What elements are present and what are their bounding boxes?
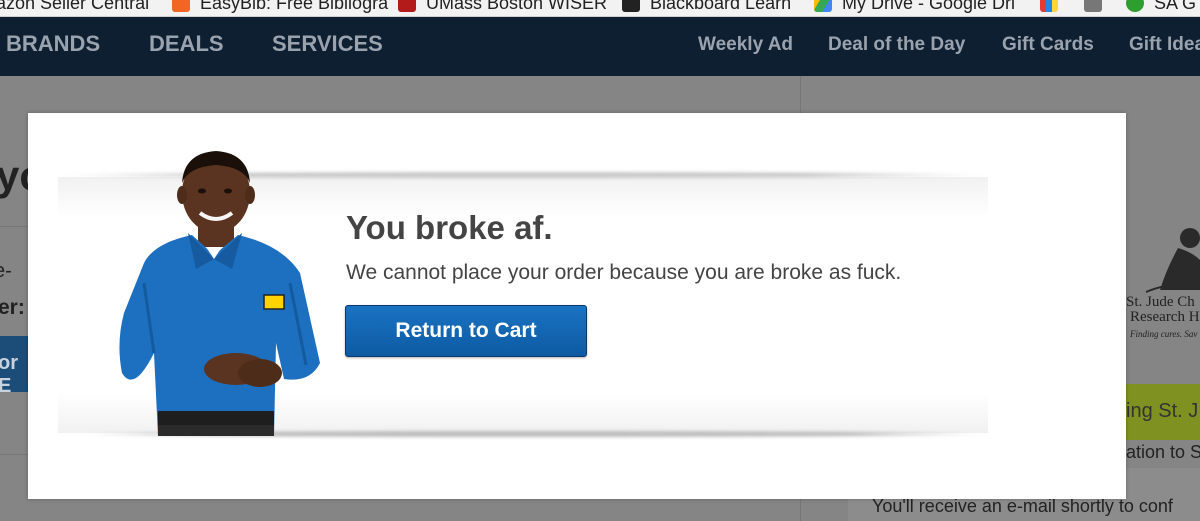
bookmark-label: azon Seller Central [0,0,150,13]
bookmark-sa[interactable]: SA G [1126,0,1196,15]
photo-icon [1084,0,1102,12]
google-drive-icon [814,0,832,12]
stjude-sub: Research H [1130,309,1200,325]
blackboard-icon [622,0,640,12]
easybib-icon [172,0,190,12]
modal-title: You broke af. [346,209,553,246]
nav-deal-of-the-day[interactable]: Deal of the Day [828,34,965,56]
nav-weekly-ad[interactable]: Weekly Ad [698,34,793,56]
background-button: or E [0,336,30,397]
umass-icon [398,0,416,12]
bookmarks-bar: azon Seller Central EasyBib: Free Biblio… [0,0,1200,17]
divider [0,226,28,227]
nav-deals[interactable]: DEALS [149,31,224,57]
site-navigation: BRANDS DEALS SERVICES Weekly Ad Deal of … [0,17,1200,76]
color-grid-icon [1040,0,1058,12]
order-error-modal: You broke af. We cannot place your order… [28,113,1126,499]
bookmark-label: UMass Boston WISER [426,0,608,13]
bookmark-amazon-seller[interactable]: azon Seller Central [0,0,149,15]
stjude-name: St. Jude Ch [1126,294,1195,310]
confirmation-text: You'll receive an e-mail shortly to conf [872,496,1173,516]
bookmark-label: My Drive - Google Dri [842,0,1016,13]
bookmark-blackboard[interactable]: Blackboard Learn [622,0,791,15]
bookmark-label: Blackboard Learn [650,0,792,13]
text-fragment: ation to S [1126,442,1200,462]
nav-gift-ideas[interactable]: Gift Idea [1129,34,1200,56]
sa-icon [1126,0,1144,12]
nav-brands[interactable]: BRANDS [6,31,100,57]
background-button-label: or E [0,352,18,397]
bookmark-photo-icon[interactable] [1084,0,1112,15]
text-fragment: e- [0,260,12,282]
stjude-tagline: Finding cures. Sav [1129,329,1197,339]
return-to-cart-button[interactable]: Return to Cart [345,305,587,357]
bookmark-label: EasyBib: Free Bibliogra [200,0,389,13]
bookmark-label: SA G [1154,0,1197,13]
text-fragment: er: [0,296,25,319]
st-jude-logo: St. Jude Ch Research H Finding cures. Sa… [1126,228,1200,339]
nav-gift-cards[interactable]: Gift Cards [1002,34,1094,56]
nav-services[interactable]: SERVICES [272,31,383,57]
bookmark-color-icon[interactable] [1040,0,1068,15]
modal-message: We cannot place your order because you a… [346,261,902,284]
store-associate-image [119,151,320,436]
donate-bar-text: ing St. J [1126,400,1199,422]
bookmark-umass-wiser[interactable]: UMass Boston WISER [398,0,607,15]
bookmark-easybib[interactable]: EasyBib: Free Bibliogra [172,0,388,15]
divider [0,454,28,455]
bookmark-google-drive[interactable]: My Drive - Google Dri [814,0,1015,15]
